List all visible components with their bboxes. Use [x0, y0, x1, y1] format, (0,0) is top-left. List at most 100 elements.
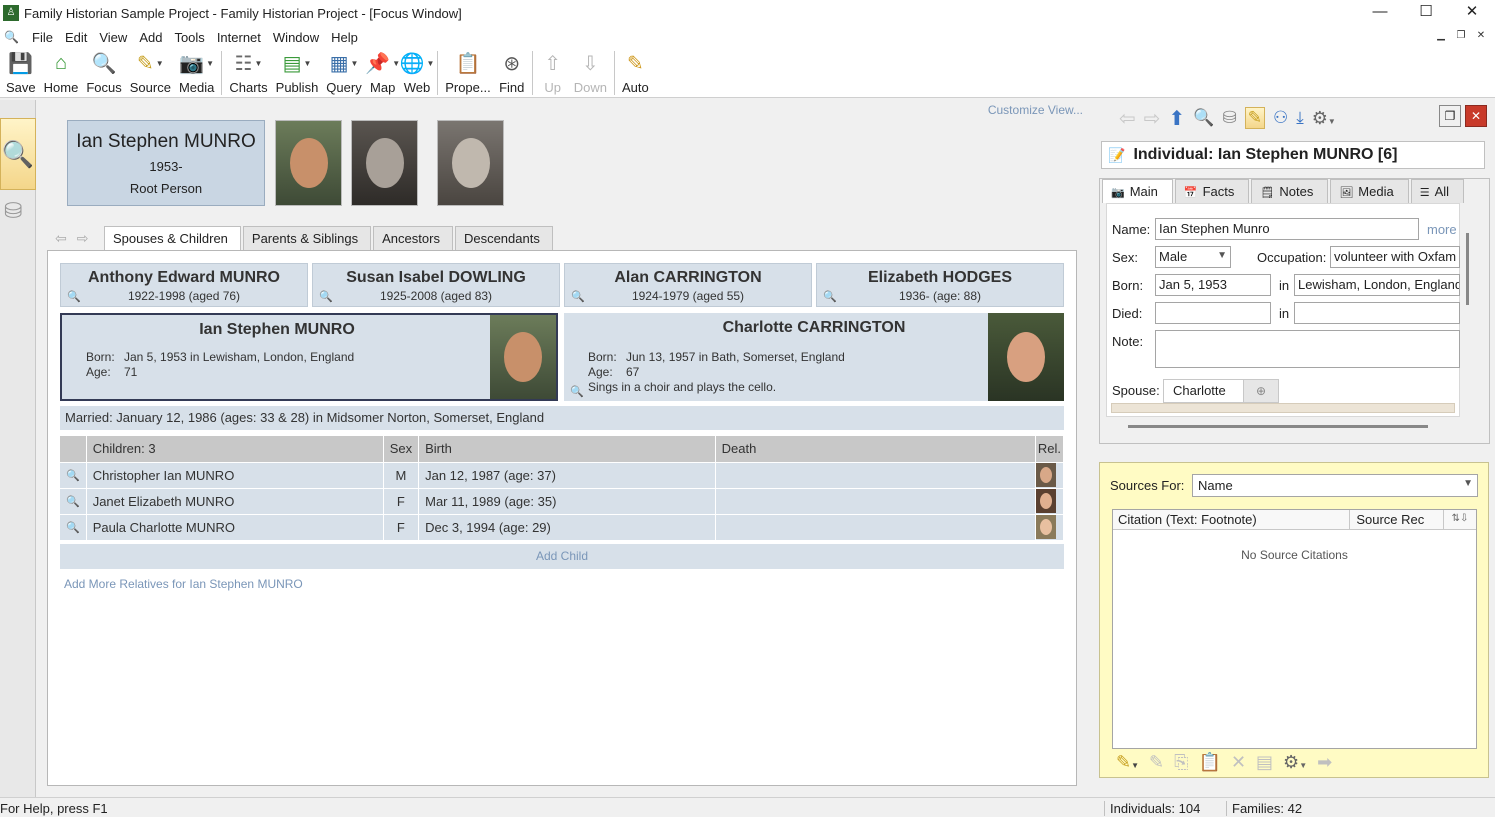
- menu-view[interactable]: View: [93, 30, 133, 45]
- header-birth[interactable]: Birth: [418, 436, 716, 462]
- add-spouse-icon[interactable]: ⊕: [1243, 379, 1279, 403]
- spouse-tab-charlotte[interactable]: Charlotte: [1163, 379, 1253, 403]
- magnifier-icon[interactable]: 🔍: [1193, 108, 1214, 128]
- menu-internet[interactable]: Internet: [211, 30, 267, 45]
- vertical-scrollbar[interactable]: [1466, 233, 1469, 305]
- edit-citation-icon[interactable]: ✎: [1149, 752, 1164, 773]
- tab-main[interactable]: 📷 Main: [1102, 179, 1173, 203]
- download-icon[interactable]: ⤓: [1296, 108, 1304, 128]
- parent-card[interactable]: Elizabeth HODGES 1936- (age: 88) 🔍: [816, 263, 1064, 307]
- name-field[interactable]: Ian Stephen Munro: [1155, 218, 1419, 240]
- tab-parents-siblings[interactable]: Parents & Siblings: [242, 226, 372, 250]
- header-citation[interactable]: Citation (Text: Footnote): [1113, 510, 1351, 529]
- child-photo[interactable]: [1035, 487, 1065, 514]
- save-button[interactable]: 💾 Save: [2, 48, 40, 98]
- table-row[interactable]: 🔍 Paula Charlotte MUNRO F Dec 3, 1994 (a…: [60, 513, 1065, 540]
- marriage-info[interactable]: Married: January 12, 1986 (ages: 33 & 28…: [60, 406, 1064, 430]
- menu-tools[interactable]: Tools: [168, 30, 210, 45]
- back-arrow-icon[interactable]: ⇦: [55, 230, 67, 247]
- restore-icon[interactable]: ❐: [1439, 105, 1461, 127]
- focus-person-box[interactable]: Ian Stephen MUNRO 1953- Root Person: [67, 120, 265, 206]
- tab-media[interactable]: 🖼 Media: [1330, 179, 1409, 203]
- sex-select[interactable]: Male ▼: [1155, 246, 1231, 268]
- tab-facts[interactable]: 📅 Facts: [1174, 179, 1250, 203]
- find-button[interactable]: ⊛ Find: [495, 48, 529, 98]
- magnifier-icon[interactable]: 🔍: [60, 513, 87, 540]
- menu-file[interactable]: File: [26, 30, 59, 45]
- minimize-button[interactable]: —: [1357, 0, 1403, 26]
- tab-descendants[interactable]: Descendants: [454, 226, 553, 250]
- focus-view-icon[interactable]: 🔍: [0, 118, 36, 190]
- sources-for-select[interactable]: Name ▼: [1192, 474, 1478, 497]
- magnifier-icon[interactable]: 🔍: [60, 461, 87, 488]
- tab-ancestors[interactable]: Ancestors: [373, 226, 453, 250]
- add-citation-icon[interactable]: ✎▼: [1116, 752, 1139, 773]
- parent-card[interactable]: Anthony Edward MUNRO 1922-1998 (aged 76)…: [60, 263, 308, 307]
- menu-help[interactable]: Help: [325, 30, 364, 45]
- charts-button[interactable]: ☷ ▼ Charts: [225, 48, 271, 98]
- back-arrow-icon[interactable]: ⇦: [1119, 106, 1136, 131]
- publish-button[interactable]: ▤ ▼ Publish: [272, 48, 323, 98]
- died-date-field[interactable]: [1155, 302, 1271, 324]
- magnifier-icon[interactable]: 🔍: [60, 487, 87, 514]
- header-sex[interactable]: Sex: [383, 436, 420, 462]
- more-link[interactable]: more: [1427, 222, 1457, 237]
- focus-person-card[interactable]: Ian Stephen MUNRO Born: Jan 5, 1953 in Le…: [60, 313, 558, 401]
- web-button[interactable]: 🌐 ▼ Web: [400, 48, 435, 98]
- delete-icon[interactable]: ✕: [1231, 752, 1246, 773]
- horizontal-scrollbar[interactable]: [1128, 425, 1428, 428]
- source-button[interactable]: ✎ ▼ Source: [126, 48, 175, 98]
- person-photo[interactable]: [275, 120, 342, 206]
- parent-card[interactable]: Alan CARRINGTON 1924-1979 (aged 55) 🔍: [564, 263, 812, 307]
- header-death[interactable]: Death: [715, 436, 1036, 462]
- child-photo[interactable]: [1035, 461, 1065, 488]
- person-photo[interactable]: [490, 315, 556, 399]
- occupation-field[interactable]: volunteer with Oxfam: [1330, 246, 1460, 268]
- customize-view-link[interactable]: Customize View...: [988, 103, 1083, 117]
- child-photo[interactable]: [1035, 513, 1065, 540]
- copy-icon[interactable]: ⎘: [1174, 752, 1188, 773]
- record-delete-icon[interactable]: ⛁: [1222, 108, 1236, 128]
- close-icon[interactable]: ✕: [1465, 105, 1487, 127]
- note-field[interactable]: [1155, 330, 1460, 368]
- up-button[interactable]: ⇧ Up: [536, 48, 570, 98]
- down-button[interactable]: ⇩ Down: [570, 48, 611, 98]
- up-arrow-icon[interactable]: ⬆: [1169, 106, 1186, 131]
- pane-splitter[interactable]: [1089, 100, 1097, 797]
- focus-button[interactable]: 🔍 Focus: [82, 48, 125, 98]
- tab-all[interactable]: ☰ All: [1410, 179, 1465, 203]
- person-photo[interactable]: [437, 120, 504, 206]
- header-children[interactable]: Children: 3: [86, 436, 384, 462]
- map-button[interactable]: 📌 ▼ Map: [365, 48, 400, 98]
- spouse-card[interactable]: Charlotte CARRINGTON Born: Jun 13, 1957 i…: [564, 313, 1064, 401]
- spouse-photo[interactable]: [988, 313, 1064, 401]
- mdi-minimize-icon[interactable]: ▁: [1433, 28, 1449, 44]
- records-view-icon[interactable]: ⛁: [4, 198, 22, 224]
- born-place-field[interactable]: Lewisham, London, England: [1294, 274, 1460, 296]
- header-source-rec[interactable]: Source Rec: [1350, 510, 1445, 529]
- media-button[interactable]: 📷 ▼ Media: [175, 48, 218, 98]
- home-button[interactable]: ⌂ Home: [40, 48, 83, 98]
- properties-button[interactable]: 📋 Prope...: [441, 48, 495, 98]
- parent-card[interactable]: Susan Isabel DOWLING 1925-2008 (aged 83)…: [312, 263, 560, 307]
- add-child-link[interactable]: Add Child: [60, 544, 1064, 569]
- died-place-field[interactable]: [1294, 302, 1460, 324]
- add-more-relatives-link[interactable]: Add More Relatives for Ian Stephen MUNRO: [64, 577, 303, 591]
- tab-spouses-children[interactable]: Spouses & Children: [104, 226, 241, 252]
- born-date-field[interactable]: Jan 5, 1953: [1155, 274, 1271, 296]
- tab-notes[interactable]: 🗒 Notes: [1251, 179, 1329, 203]
- gear-icon[interactable]: ⚙▼: [1312, 108, 1336, 129]
- header-rel[interactable]: Rel.: [1035, 436, 1065, 462]
- menu-window[interactable]: Window: [267, 30, 325, 45]
- menu-add[interactable]: Add: [133, 30, 168, 45]
- table-row[interactable]: 🔍 Christopher Ian MUNRO M Jan 12, 1987 (…: [60, 461, 1065, 488]
- auto-button[interactable]: ✎ Auto: [618, 48, 653, 98]
- properties-icon[interactable]: ▤: [1256, 752, 1273, 773]
- sort-arrows-icon[interactable]: ⇅⇩: [1444, 510, 1476, 529]
- forward-arrow-icon[interactable]: ⇨: [1144, 106, 1161, 131]
- close-button[interactable]: ✕: [1449, 0, 1495, 26]
- query-button[interactable]: ▦ ▼ Query: [322, 48, 365, 98]
- maximize-button[interactable]: ☐: [1403, 0, 1449, 26]
- forward-arrow-icon[interactable]: ⇨: [77, 230, 89, 247]
- facts-view-icon[interactable]: ✎: [1244, 107, 1265, 129]
